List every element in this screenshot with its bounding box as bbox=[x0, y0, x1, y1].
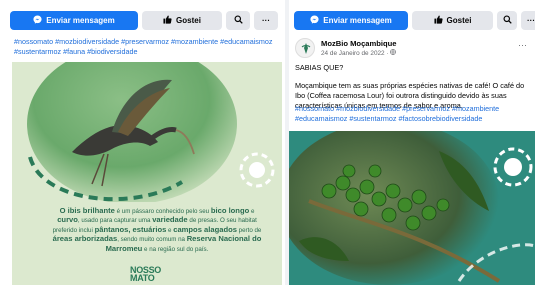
search-button[interactable] bbox=[226, 11, 250, 30]
logo-line-2: MATO bbox=[130, 273, 155, 283]
messenger-icon bbox=[310, 15, 319, 26]
post-card-right: Enviar mensagem Gostei ··· MozBio Moçamb… bbox=[289, 0, 535, 285]
avatar[interactable] bbox=[295, 38, 315, 58]
ibis-photo bbox=[12, 62, 282, 202]
poster-bold-6: áreas arborizadas bbox=[52, 234, 118, 244]
messenger-icon bbox=[33, 15, 42, 26]
poster-text-2: e bbox=[249, 208, 255, 215]
post-more-button[interactable]: ··· bbox=[518, 40, 527, 50]
send-message-button[interactable]: Enviar mensagem bbox=[10, 11, 138, 30]
nosso-mato-logo: NOSSO MATO bbox=[130, 266, 161, 283]
send-message-button[interactable]: Enviar mensagem bbox=[294, 11, 408, 30]
post-card-left: Enviar mensagem Gostei ··· #nossomato #m… bbox=[0, 0, 285, 285]
poster-bold-4: pântanos, estuários bbox=[94, 224, 167, 234]
thumbs-up-icon bbox=[163, 15, 172, 26]
like-page-button[interactable]: Gostei bbox=[412, 11, 493, 30]
poster-caption: O ibis brilhante é um pássaro conhecido … bbox=[52, 206, 262, 254]
page-actions-bar: Enviar mensagem Gostei ··· bbox=[10, 11, 279, 30]
more-icon: ··· bbox=[262, 16, 270, 25]
more-options-button[interactable]: ··· bbox=[521, 11, 535, 30]
post-image-coffee[interactable] bbox=[289, 131, 535, 285]
post-author: MozBio Moçambique 24 de Janeiro de 2022 … bbox=[295, 38, 529, 60]
thumbs-up-icon bbox=[433, 15, 443, 26]
like-page-label: Gostei bbox=[176, 16, 201, 25]
poster-text-7: , sendo muito comum na bbox=[117, 236, 187, 244]
author-name[interactable]: MozBio Moçambique bbox=[321, 39, 397, 48]
poster-lead: O ibis brilhante bbox=[59, 206, 115, 215]
post-timestamp[interactable]: 24 de Janeiro de 2022 · bbox=[321, 49, 397, 57]
send-message-label: Enviar mensagem bbox=[46, 16, 115, 25]
like-page-button[interactable]: Gostei bbox=[142, 11, 222, 30]
like-page-label: Gostei bbox=[446, 16, 472, 25]
post-image-ibis[interactable]: O ibis brilhante é um pássaro conhecido … bbox=[12, 62, 282, 285]
poster-bold-1: bico longo bbox=[210, 206, 250, 215]
more-icon: ··· bbox=[518, 40, 527, 50]
search-button[interactable] bbox=[497, 11, 517, 30]
poster-text-1: é um pássaro conhecido pelo seu bbox=[114, 208, 211, 215]
coffee-photo bbox=[289, 131, 535, 285]
poster-text-6: perto de bbox=[236, 226, 262, 234]
poster-text-3: , usado para capturar uma bbox=[77, 217, 153, 225]
more-icon: ··· bbox=[527, 16, 535, 25]
post-heading: SABIAS QUE? bbox=[295, 63, 344, 72]
page-actions-bar: Enviar mensagem Gostei ··· bbox=[294, 11, 535, 30]
more-options-button[interactable]: ··· bbox=[254, 11, 278, 30]
poster-bold-2: curvo bbox=[57, 215, 78, 225]
poster-bold-3: variedade bbox=[152, 215, 188, 225]
poster-bold-5: campos alagados bbox=[173, 224, 237, 234]
post-date: 24 de Janeiro de 2022 · bbox=[321, 50, 391, 57]
post-hashtags[interactable]: #nossomato #mozbiodiversidade #preservar… bbox=[14, 37, 280, 57]
search-icon bbox=[233, 15, 243, 26]
post-hashtags[interactable]: #nossomato #mozbiodiversidade #preservar… bbox=[295, 104, 531, 124]
send-message-label: Enviar mensagem bbox=[323, 16, 392, 25]
search-icon bbox=[502, 15, 512, 26]
poster-text-8: e na região sul do país. bbox=[142, 245, 209, 253]
globe-icon bbox=[390, 49, 397, 57]
